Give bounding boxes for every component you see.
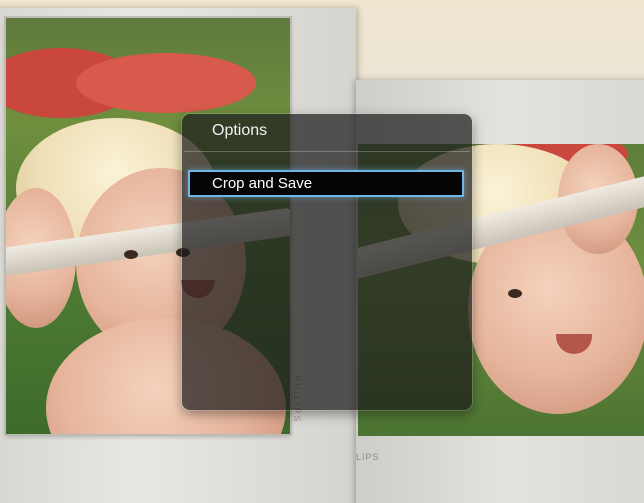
options-dialog: Options Crop and Save	[182, 114, 472, 410]
red-toy	[76, 53, 256, 113]
menu-item-crop-and-save[interactable]: Crop and Save	[188, 170, 464, 197]
dialog-divider	[184, 151, 470, 152]
menu-item-label: Crop and Save	[212, 175, 313, 192]
child-eye	[508, 289, 522, 298]
child-eye	[124, 250, 138, 259]
right-frame-brand: LIPS	[356, 452, 380, 462]
dialog-title: Options	[212, 122, 268, 139]
photo-display-screen: PHILIPS LIPS Options Crop and Save	[0, 0, 644, 503]
